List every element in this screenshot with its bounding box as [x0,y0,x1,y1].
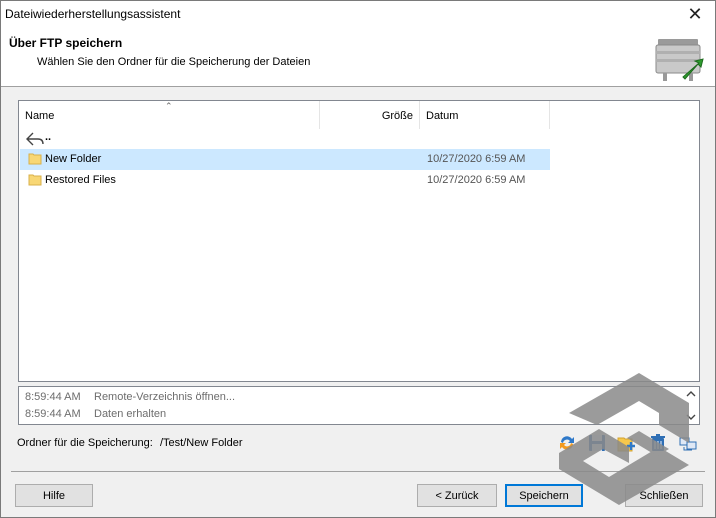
file-name: Restored Files [45,174,116,186]
save-path-label: Ordner für die Speicherung: [17,437,153,449]
close-icon[interactable]: ✕ [675,1,715,27]
log-time: 8:59:44 AM [25,408,81,420]
back-arrow-icon [26,132,44,146]
parent-directory-label: .. [45,131,52,143]
column-name[interactable]: Name [19,101,320,129]
wizard-header: Über FTP speichern Wählen Sie den Ordner… [1,27,715,87]
log-message: Remote-Verzeichnis öffnen... [94,391,236,403]
save-path-value: /Test/New Folder [160,437,243,449]
log-message: Daten erhalten [94,408,167,420]
log-time: 8:59:44 AM [25,391,81,403]
file-list-row[interactable]: Restored Files 10/27/2020 6:59 AM [20,170,550,191]
column-date-label: Datum [426,110,459,122]
folder-icon [28,174,42,186]
column-size[interactable]: Größe [320,101,420,129]
dialog-window: Dateiwiederherstellungsassistent ✕ Über … [0,0,716,518]
file-name: New Folder [45,153,102,165]
window-title: Dateiwiederherstellungsassistent [5,7,181,21]
column-date[interactable]: Datum [420,101,550,129]
help-button[interactable]: Hilfe [15,484,93,507]
file-list-row[interactable]: New Folder 10/27/2020 6:59 AM [20,149,550,170]
brand-watermark-icon [559,373,689,505]
title-bar: Dateiwiederherstellungsassistent ✕ [1,1,715,27]
remote-file-list[interactable]: ⌃ Name Größe Datum .. New Folder 10/27/2… [18,100,700,382]
page-title: Über FTP speichern [9,36,123,50]
ftp-folder-icon [655,39,704,81]
save-path: Ordner für die Speicherung: /Test/New Fo… [17,437,243,449]
page-subtitle: Wählen Sie den Ordner für die Speicherun… [37,56,311,68]
file-date: 10/27/2020 6:59 AM [427,174,526,186]
file-date: 10/27/2020 6:59 AM [427,153,526,165]
parent-directory-row[interactable]: .. [20,129,550,150]
column-header: ⌃ Name Größe Datum [19,101,699,129]
column-size-label: Größe [381,110,413,122]
column-name-label: Name [25,110,55,122]
back-button[interactable]: < Zurück [417,484,497,507]
folder-icon [28,153,42,165]
